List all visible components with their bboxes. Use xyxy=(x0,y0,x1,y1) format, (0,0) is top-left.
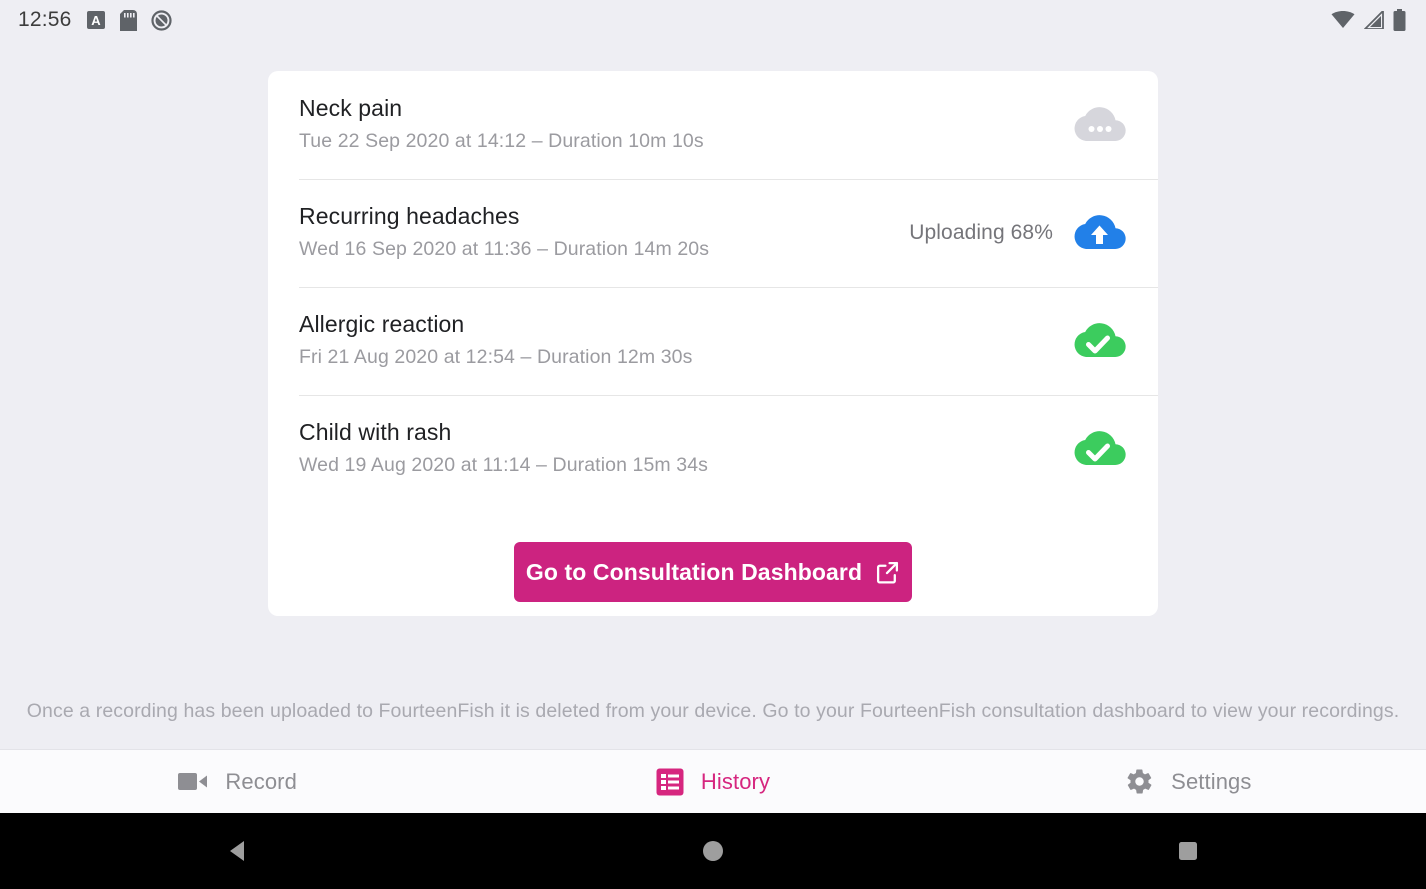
android-navigation-bar xyxy=(0,813,1426,889)
recording-row[interactable]: Allergic reaction Fri 21 Aug 2020 at 12:… xyxy=(268,287,1158,395)
nav-back-button[interactable] xyxy=(0,813,475,889)
do-not-disturb-icon xyxy=(150,9,172,31)
nav-home-button[interactable] xyxy=(475,813,950,889)
status-clock: 12:56 xyxy=(18,8,72,31)
cell-signal-icon xyxy=(1364,11,1384,29)
recording-subtitle: Wed 19 Aug 2020 at 11:14 – Duration 15m … xyxy=(299,454,709,477)
tab-history-label: History xyxy=(700,768,771,794)
tab-settings-label: Settings xyxy=(1171,768,1252,794)
cloud-upload-icon xyxy=(1074,215,1126,250)
history-screen: Neck pain Tue 22 Sep 2020 at 14:12 – Dur… xyxy=(0,40,1426,749)
upload-info-note: Once a recording has been uploaded to Fo… xyxy=(26,700,1400,722)
dashboard-button-label: Go to Consultation Dashboard xyxy=(525,558,863,585)
recording-texts: Child with rash Wed 19 Aug 2020 at 11:14… xyxy=(299,418,1053,479)
recording-row[interactable]: Child with rash Wed 19 Aug 2020 at 11:14… xyxy=(268,395,1158,503)
svg-text:A: A xyxy=(91,13,101,28)
recording-status xyxy=(1053,103,1127,147)
cloud-done-icon xyxy=(1074,323,1126,358)
recording-row[interactable]: Neck pain Tue 22 Sep 2020 at 14:12 – Dur… xyxy=(268,71,1158,179)
wifi-icon xyxy=(1331,11,1355,28)
status-bar: 12:56 A xyxy=(0,0,1426,40)
status-bar-right xyxy=(1331,9,1412,31)
recording-status: Uploading 68% xyxy=(909,211,1127,255)
home-circle-icon xyxy=(702,841,723,861)
screenshot-a-icon: A xyxy=(86,11,105,29)
recording-texts: Neck pain Tue 22 Sep 2020 at 14:12 – Dur… xyxy=(299,94,1053,155)
battery-icon xyxy=(1393,9,1406,31)
status-bar-left: 12:56 A xyxy=(18,8,172,32)
tab-record[interactable]: Record xyxy=(0,750,475,813)
recording-status xyxy=(1053,319,1127,363)
upload-progress-text: Uploading 68% xyxy=(909,221,1053,244)
recording-title: Child with rash xyxy=(299,419,452,446)
back-triangle-icon xyxy=(229,841,244,861)
recording-texts: Recurring headaches Wed 16 Sep 2020 at 1… xyxy=(299,202,909,263)
nav-recents-button[interactable] xyxy=(951,813,1426,889)
recording-subtitle: Tue 22 Sep 2020 at 14:12 – Duration 10m … xyxy=(299,130,704,153)
recording-subtitle: Wed 16 Sep 2020 at 11:36 – Duration 14m … xyxy=(299,238,710,261)
recordings-card: Neck pain Tue 22 Sep 2020 at 14:12 – Dur… xyxy=(268,71,1158,616)
tab-record-label: Record xyxy=(225,768,297,794)
recording-title: Recurring headaches xyxy=(299,203,520,230)
external-link-icon xyxy=(877,561,899,584)
recents-square-icon xyxy=(1179,842,1198,860)
recording-row[interactable]: Recurring headaches Wed 16 Sep 2020 at 1… xyxy=(268,179,1158,287)
tab-history[interactable]: History xyxy=(475,750,950,813)
recording-texts: Allergic reaction Fri 21 Aug 2020 at 12:… xyxy=(299,310,1053,371)
recording-subtitle: Fri 21 Aug 2020 at 12:54 – Duration 12m … xyxy=(299,346,693,369)
tab-settings[interactable]: Settings xyxy=(951,750,1426,813)
recording-title: Allergic reaction xyxy=(299,311,465,338)
recording-title: Neck pain xyxy=(299,95,403,122)
sd-card-icon xyxy=(119,9,137,31)
list-icon xyxy=(656,768,684,795)
cloud-pending-icon xyxy=(1074,107,1126,142)
go-to-consultation-dashboard-button[interactable]: Go to Consultation Dashboard xyxy=(514,542,912,602)
bottom-tab-bar: Record History Settings xyxy=(0,749,1426,813)
video-camera-icon xyxy=(178,773,208,790)
recording-status xyxy=(1053,427,1127,471)
gear-icon xyxy=(1127,769,1152,794)
cloud-done-icon xyxy=(1074,431,1126,466)
